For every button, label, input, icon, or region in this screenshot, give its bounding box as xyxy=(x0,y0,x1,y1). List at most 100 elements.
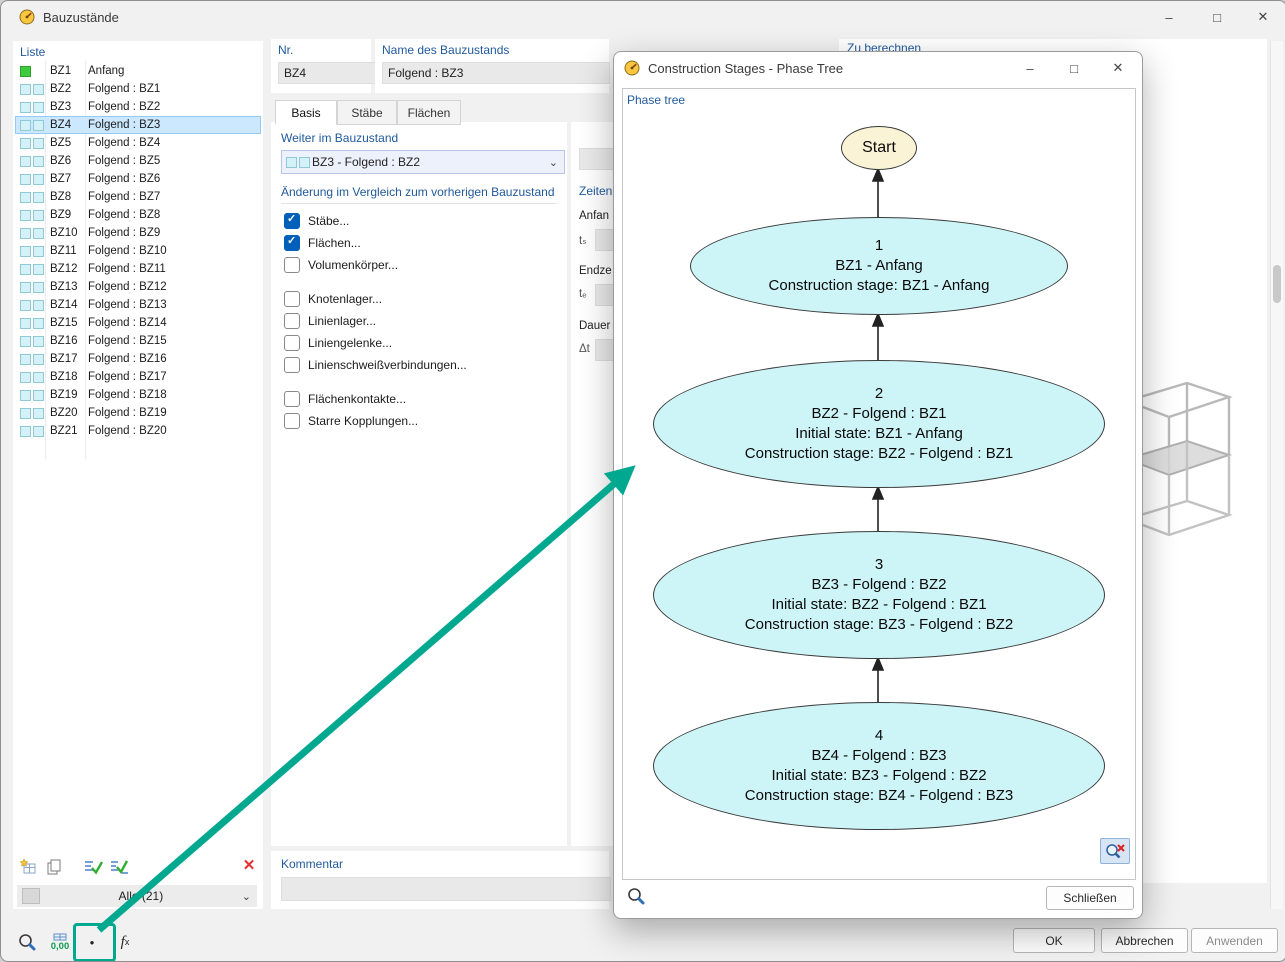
formula-fx-button[interactable]: fx xyxy=(111,930,139,954)
stage-list-item[interactable]: BZ18 Folgend : BZ17 xyxy=(15,368,261,386)
phase-node-line: 4 xyxy=(874,727,884,744)
zeiten-top-field[interactable] xyxy=(579,148,613,170)
stage-color-icon xyxy=(15,371,50,383)
checkbox-row[interactable]: Starre Kopplungen... xyxy=(271,410,567,432)
checkbox-label: Liniengelenke... xyxy=(308,336,393,350)
ok-button[interactable]: OK xyxy=(1013,928,1095,953)
stage-list-item[interactable]: BZ1 Anfang xyxy=(15,62,261,80)
minimize-button[interactable]: – xyxy=(1147,2,1191,32)
stage-color-icon xyxy=(15,119,50,131)
list-filter-dropdown[interactable]: Alle (21) ⌄ xyxy=(17,885,257,907)
checkbox[interactable] xyxy=(284,391,300,407)
stage-list-item[interactable]: BZ15 Folgend : BZ14 xyxy=(15,314,261,332)
stage-id: BZ2 xyxy=(50,83,72,95)
stage-list-item[interactable]: BZ12 Folgend : BZ11 xyxy=(15,260,261,278)
aenderung-checkbox-group: Stäbe... Flächen... Volumenkörper... Kno… xyxy=(271,210,567,432)
delete-stage-icon[interactable]: ✕ xyxy=(239,855,259,875)
copy-stage-icon[interactable] xyxy=(43,857,65,877)
stage-color-icon xyxy=(282,156,312,168)
checkbox-row[interactable]: Knotenlager... xyxy=(271,288,567,310)
phase-node-start[interactable]: Start xyxy=(841,126,917,170)
stage-desc: Folgend : BZ19 xyxy=(88,407,167,419)
new-stage-icon[interactable] xyxy=(17,857,39,877)
checkbox[interactable] xyxy=(284,313,300,329)
stage-list-item[interactable]: BZ10 Folgend : BZ9 xyxy=(15,224,261,242)
right-scrollbar[interactable] xyxy=(1270,41,1283,909)
stage-list-item[interactable]: BZ6 Folgend : BZ5 xyxy=(15,152,261,170)
stage-list-item[interactable]: BZ11 Folgend : BZ10 xyxy=(15,242,261,260)
dialog-maximize-button[interactable]: □ xyxy=(1052,53,1096,83)
checkbox-row[interactable]: Flächen... xyxy=(271,232,567,254)
basis-tab-panel: Weiter im Bauzustand BZ3 - Folgend : BZ2… xyxy=(271,122,567,846)
checkbox[interactable] xyxy=(284,335,300,351)
te-field[interactable] xyxy=(595,284,613,306)
checkbox-row[interactable]: Linienlager... xyxy=(271,310,567,332)
stage-color-icon xyxy=(15,407,50,419)
close-button[interactable]: ✕ xyxy=(1241,2,1285,32)
check-stage-icon[interactable] xyxy=(81,857,105,877)
stage-desc: Folgend : BZ17 xyxy=(88,371,167,383)
phase-tree-canvas[interactable]: Phase tree Start 1 BZ1 - Anfang Construc… xyxy=(622,88,1136,880)
checkbox[interactable] xyxy=(284,357,300,373)
nr-field[interactable]: BZ4 xyxy=(278,62,376,84)
checkbox-row[interactable]: Volumenkörper... xyxy=(271,254,567,276)
kommentar-field[interactable] xyxy=(281,877,611,901)
stage-color-icon xyxy=(15,425,50,437)
dialog-minimize-button[interactable]: – xyxy=(1008,53,1052,83)
stage-list-item[interactable]: BZ14 Folgend : BZ13 xyxy=(15,296,261,314)
weiter-dropdown[interactable]: BZ3 - Folgend : BZ2 ⌄ xyxy=(281,150,565,174)
phase-node-3[interactable]: 3 BZ3 - Folgend : BZ2 Initial state: BZ2… xyxy=(653,531,1105,659)
dt-field[interactable] xyxy=(595,339,613,361)
stage-desc: Folgend : BZ20 xyxy=(88,425,167,437)
stage-list-item[interactable]: BZ17 Folgend : BZ16 xyxy=(15,350,261,368)
check-all-stages-icon[interactable] xyxy=(107,857,131,877)
stage-list-item[interactable]: BZ9 Folgend : BZ8 xyxy=(15,206,261,224)
name-field[interactable]: Folgend : BZ3 xyxy=(382,62,610,84)
search-icon[interactable] xyxy=(624,884,648,908)
checkbox-row[interactable]: Flächenkontakte... xyxy=(271,388,567,410)
checkbox[interactable] xyxy=(284,257,300,273)
stage-list-item[interactable]: BZ2 Folgend : BZ1 xyxy=(15,80,261,98)
checkbox-row[interactable]: Linienschweißverbindungen... xyxy=(271,354,567,376)
tab-basis[interactable]: Basis xyxy=(275,100,337,125)
checkbox-label: Volumenkörper... xyxy=(308,258,399,272)
checkbox-row[interactable]: Stäbe... xyxy=(271,210,567,232)
stage-list-item[interactable]: BZ7 Folgend : BZ6 xyxy=(15,170,261,188)
schliessen-button[interactable]: Schließen xyxy=(1046,886,1134,910)
stage-color-icon xyxy=(15,263,50,275)
stage-list-item[interactable]: BZ3 Folgend : BZ2 xyxy=(15,98,261,116)
dauer-label: Dauer xyxy=(579,320,611,332)
checkbox[interactable] xyxy=(284,291,300,307)
dot-display-button[interactable]: ● xyxy=(80,931,104,953)
apply-button[interactable]: Anwenden xyxy=(1191,928,1278,953)
checkbox-row[interactable]: Liniengelenke... xyxy=(271,332,567,354)
search-icon[interactable] xyxy=(15,930,39,954)
checkbox[interactable] xyxy=(284,413,300,429)
stage-id: BZ18 xyxy=(50,371,78,383)
stage-list-item[interactable]: BZ13 Folgend : BZ12 xyxy=(15,278,261,296)
phase-node-1[interactable]: 1 BZ1 - Anfang Construction stage: BZ1 -… xyxy=(690,217,1068,315)
name-card: Name des Bauzustands Folgend : BZ3 xyxy=(375,39,610,93)
tab-staebe[interactable]: Stäbe xyxy=(337,100,397,125)
stage-list-item[interactable]: BZ19 Folgend : BZ18 xyxy=(15,386,261,404)
cancel-button[interactable]: Abbrechen xyxy=(1101,928,1188,953)
phase-node-4[interactable]: 4 BZ4 - Folgend : BZ3 Initial state: BZ3… xyxy=(653,702,1105,830)
stage-list-item[interactable]: BZ5 Folgend : BZ4 xyxy=(15,134,261,152)
maximize-button[interactable]: □ xyxy=(1195,2,1239,32)
phase-node-2[interactable]: 2 BZ2 - Folgend : BZ1 Initial state: BZ1… xyxy=(653,360,1105,488)
stage-desc: Folgend : BZ10 xyxy=(88,245,167,257)
stage-color-icon xyxy=(15,353,50,365)
scrollbar-thumb[interactable] xyxy=(1273,265,1281,303)
stage-list-item[interactable]: BZ21 Folgend : BZ20 xyxy=(15,422,261,440)
stage-list-item[interactable]: BZ4 Folgend : BZ3 xyxy=(15,116,261,134)
units-button[interactable]: 0,00 xyxy=(45,929,75,955)
checkbox[interactable] xyxy=(284,212,300,229)
dialog-close-button[interactable]: ✕ xyxy=(1096,53,1140,83)
stage-list-item[interactable]: BZ20 Folgend : BZ19 xyxy=(15,404,261,422)
stage-list-item[interactable]: BZ8 Folgend : BZ7 xyxy=(15,188,261,206)
tab-flaechen[interactable]: Flächen xyxy=(397,100,461,125)
checkbox[interactable] xyxy=(284,234,300,251)
stage-list-item[interactable]: BZ16 Folgend : BZ15 xyxy=(15,332,261,350)
zoom-reset-icon[interactable] xyxy=(1100,838,1130,864)
ts-field[interactable] xyxy=(595,229,613,251)
